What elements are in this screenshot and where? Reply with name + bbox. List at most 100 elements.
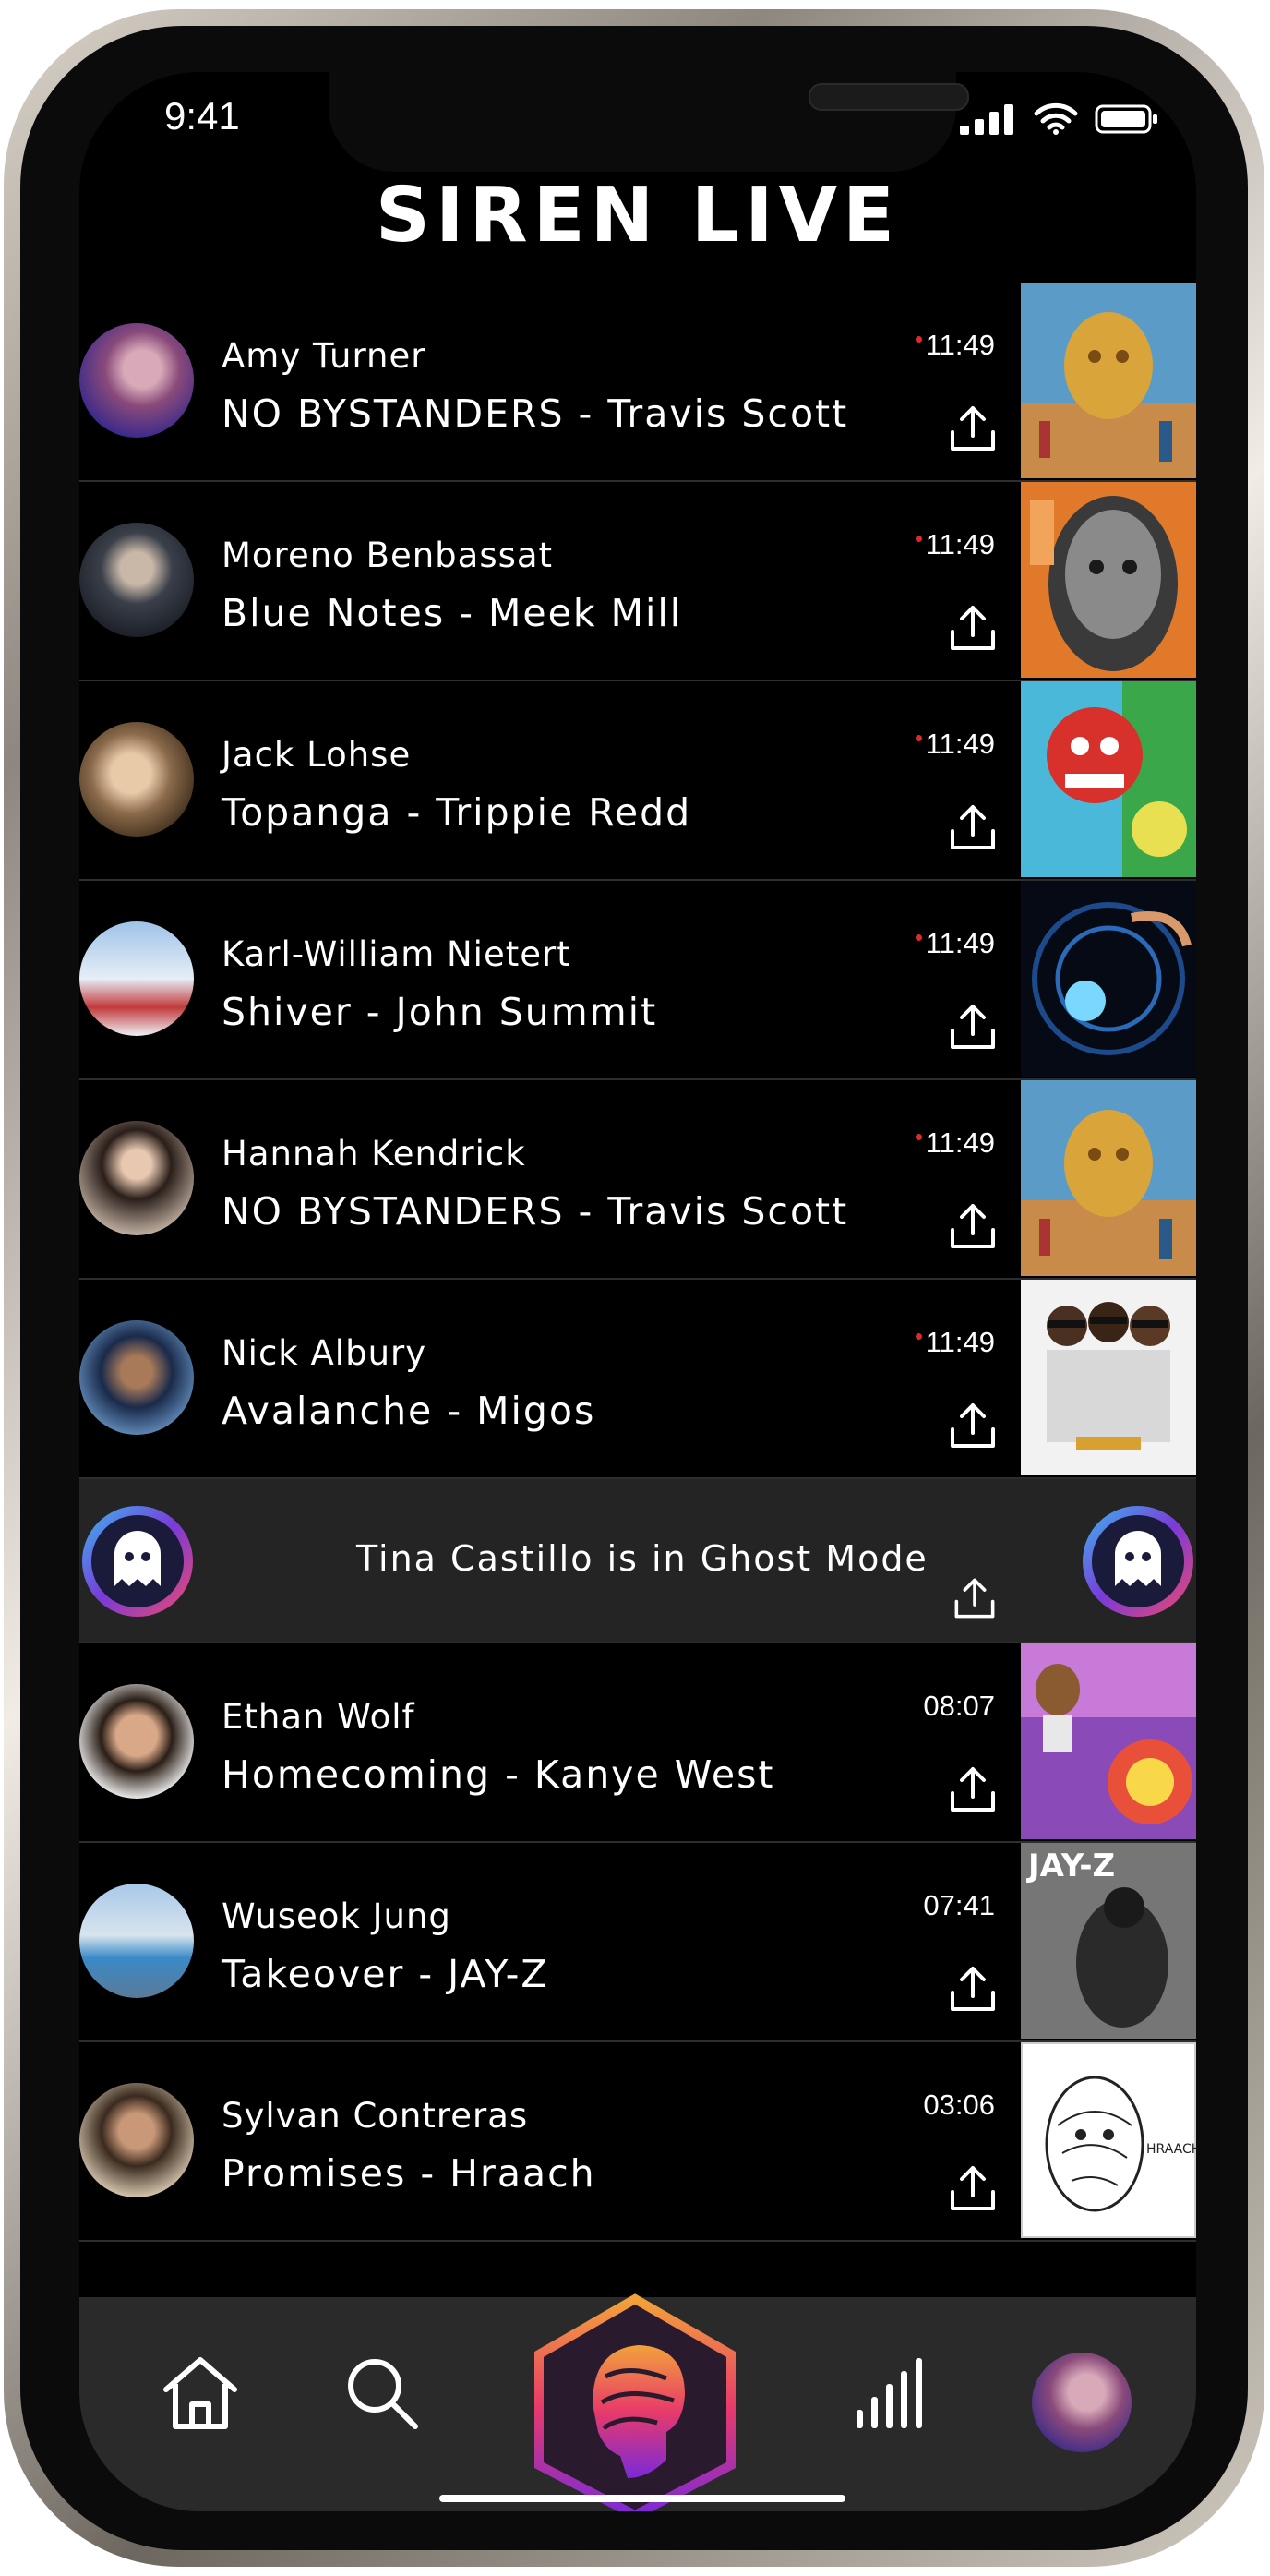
share-icon[interactable] bbox=[947, 1001, 999, 1053]
timestamp: 11:49 bbox=[915, 728, 995, 761]
feed-row[interactable]: Ethan Wolf Homecoming - Kanye West 08:07 bbox=[79, 1643, 1196, 1843]
song-title: Shiver - John Summit bbox=[222, 990, 658, 1034]
feed-row[interactable]: Hannah Kendrick NO BYSTANDERS - Travis S… bbox=[79, 1080, 1196, 1280]
timestamp-text: 11:49 bbox=[925, 1326, 995, 1358]
friend-feed[interactable]: Amy Turner NO BYSTANDERS - Travis Scott … bbox=[79, 283, 1196, 2242]
share-icon[interactable] bbox=[947, 1400, 999, 1451]
wifi-icon bbox=[1034, 102, 1078, 135]
user-name: Nick Albury bbox=[222, 1333, 427, 1373]
home-icon[interactable] bbox=[159, 2353, 242, 2432]
album-cover[interactable] bbox=[1021, 283, 1196, 478]
timestamp-text: 07:41 bbox=[923, 1889, 995, 1921]
share-icon[interactable] bbox=[951, 1575, 999, 1621]
avatar[interactable] bbox=[79, 1684, 194, 1799]
song-title: NO BYSTANDERS - Travis Scott bbox=[222, 1189, 849, 1234]
avatar[interactable] bbox=[79, 1320, 194, 1435]
avatar[interactable] bbox=[79, 2083, 194, 2197]
notch bbox=[329, 72, 969, 172]
tab-bar bbox=[79, 2293, 1196, 2511]
song-title: Takeover - JAY-Z bbox=[222, 1952, 549, 1996]
share-icon[interactable] bbox=[947, 1963, 999, 2015]
song-title: Avalanche - Migos bbox=[222, 1389, 596, 1433]
app-screen: 9:41 SIREN LIVE Amy Turner NO BYSTANDERS… bbox=[79, 72, 1196, 2511]
timestamp-text: 11:49 bbox=[925, 728, 995, 760]
feed-row[interactable]: Wuseok Jung Takeover - JAY-Z 07:41 JAY-Z bbox=[79, 1843, 1196, 2042]
live-dot-icon bbox=[915, 735, 922, 741]
user-name: Amy Turner bbox=[222, 336, 426, 376]
timestamp: 11:49 bbox=[915, 1326, 995, 1359]
timestamp-text: 11:49 bbox=[925, 927, 995, 959]
app-title: SIREN LIVE bbox=[375, 172, 901, 259]
activity-bars-icon[interactable] bbox=[853, 2354, 930, 2432]
share-icon[interactable] bbox=[947, 403, 999, 454]
ghost-mode-row[interactable]: Tina Castillo is in Ghost Mode bbox=[79, 1479, 1196, 1643]
feed-row[interactable]: Nick Albury Avalanche - Migos 11:49 bbox=[79, 1280, 1196, 1479]
song-title: Topanga - Trippie Redd bbox=[222, 790, 692, 835]
user-name: Sylvan Contreras bbox=[222, 2096, 529, 2136]
timestamp-text: 11:49 bbox=[925, 1126, 995, 1159]
share-icon[interactable] bbox=[947, 1763, 999, 1815]
share-icon[interactable] bbox=[947, 801, 999, 853]
home-indicator bbox=[439, 2495, 845, 2502]
user-name: Wuseok Jung bbox=[222, 1896, 451, 1936]
live-dot-icon bbox=[915, 934, 922, 941]
timestamp: 11:49 bbox=[915, 1126, 995, 1160]
album-cover[interactable] bbox=[1021, 1280, 1196, 1475]
avatar[interactable] bbox=[79, 1884, 194, 1998]
avatar[interactable] bbox=[79, 1121, 194, 1235]
live-dot-icon bbox=[915, 336, 922, 343]
user-name: Karl-William Nietert bbox=[222, 934, 571, 974]
feed-row[interactable]: Amy Turner NO BYSTANDERS - Travis Scott … bbox=[79, 283, 1196, 482]
timestamp: 08:07 bbox=[923, 1690, 995, 1723]
live-dot-icon bbox=[915, 1333, 922, 1340]
album-cover[interactable] bbox=[1021, 1080, 1196, 1276]
timestamp-text: 08:07 bbox=[923, 1690, 995, 1722]
feed-row[interactable]: Jack Lohse Topanga - Trippie Redd 11:49 bbox=[79, 681, 1196, 881]
feed-row[interactable]: Moreno Benbassat Blue Notes - Meek Mill … bbox=[79, 482, 1196, 681]
song-title: NO BYSTANDERS - Travis Scott bbox=[222, 391, 849, 436]
feed-row[interactable]: Karl-William Nietert Shiver - John Summi… bbox=[79, 881, 1196, 1080]
timestamp-text: 03:06 bbox=[923, 2088, 995, 2121]
ghost-mode-text: Tina Castillo is in Ghost Mode bbox=[356, 1538, 929, 1579]
cellular-signal-icon bbox=[960, 104, 1013, 135]
song-title: Blue Notes - Meek Mill bbox=[222, 591, 683, 635]
album-cover[interactable] bbox=[1021, 1643, 1196, 1839]
avatar[interactable] bbox=[79, 722, 194, 837]
cover-title: HRAACH bbox=[1146, 2142, 1196, 2157]
timestamp-text: 11:49 bbox=[925, 528, 995, 560]
feed-row[interactable]: Sylvan Contreras Promises - Hraach 03:06… bbox=[79, 2042, 1196, 2242]
share-icon[interactable] bbox=[947, 1200, 999, 1252]
ghost-mode-icon bbox=[1083, 1506, 1193, 1617]
timestamp: 07:41 bbox=[923, 1889, 995, 1922]
user-name: Jack Lohse bbox=[222, 735, 412, 775]
user-name: Moreno Benbassat bbox=[222, 536, 554, 575]
timestamp-text: 11:49 bbox=[925, 329, 995, 361]
album-cover[interactable] bbox=[1021, 482, 1196, 678]
status-icons bbox=[960, 102, 1159, 135]
user-name: Ethan Wolf bbox=[222, 1697, 415, 1737]
ghost-mode-icon bbox=[82, 1506, 193, 1617]
timestamp: 03:06 bbox=[923, 2088, 995, 2122]
avatar[interactable] bbox=[79, 523, 194, 637]
album-cover[interactable] bbox=[1021, 681, 1196, 877]
battery-icon bbox=[1095, 104, 1157, 134]
timestamp: 11:49 bbox=[915, 528, 995, 561]
profile-avatar[interactable] bbox=[1032, 2353, 1132, 2452]
song-title: Promises - Hraach bbox=[222, 2151, 596, 2196]
status-time: 9:41 bbox=[164, 94, 240, 138]
avatar[interactable] bbox=[79, 921, 194, 1036]
share-icon[interactable] bbox=[947, 2162, 999, 2214]
album-cover[interactable] bbox=[1021, 881, 1196, 1077]
timestamp: 11:49 bbox=[915, 927, 995, 960]
siren-logo[interactable] bbox=[528, 2293, 742, 2511]
timestamp: 11:49 bbox=[915, 329, 995, 362]
album-cover[interactable]: JAY-Z bbox=[1021, 1843, 1196, 2039]
avatar[interactable] bbox=[79, 323, 194, 438]
cover-title: JAY-Z bbox=[1026, 1848, 1115, 1884]
live-dot-icon bbox=[915, 1134, 922, 1140]
live-dot-icon bbox=[915, 536, 922, 542]
search-icon[interactable] bbox=[343, 2354, 421, 2432]
share-icon[interactable] bbox=[947, 602, 999, 654]
album-cover[interactable]: HRAACH bbox=[1021, 2042, 1196, 2238]
user-name: Hannah Kendrick bbox=[222, 1134, 526, 1174]
